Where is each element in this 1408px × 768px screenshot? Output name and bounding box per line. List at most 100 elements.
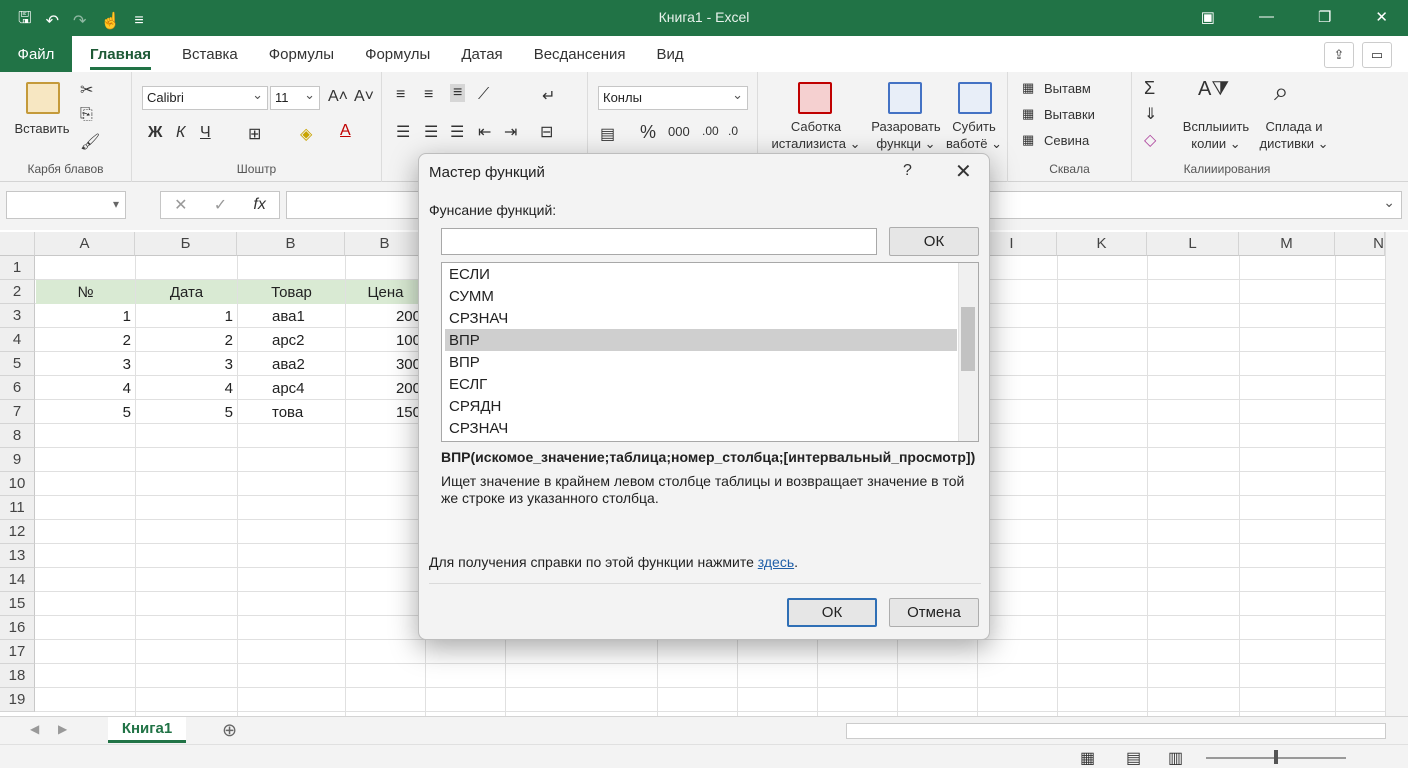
tab-home[interactable]: Главная [90,46,152,70]
fill-color-icon[interactable]: ◈ [300,124,312,144]
table-header-cell[interactable]: Цена [346,280,425,304]
add-sheet-icon[interactable]: ⊕ [222,720,237,741]
table-cell[interactable]: 2 [136,328,237,352]
delete-cells-icon[interactable]: ▦ [1022,106,1034,122]
comments-icon[interactable]: ▭ [1362,42,1392,68]
ribbon-display-icon[interactable]: ▣ [1201,8,1215,26]
minimize-icon[interactable]: — [1259,8,1274,26]
column-header[interactable]: K [1057,232,1147,256]
cancel-entry-icon[interactable]: ✕ [174,195,187,215]
ok-button[interactable]: ОК [787,598,877,627]
wrap-text-icon[interactable]: ↵ [542,86,555,106]
table-cell[interactable]: 100 [346,328,425,352]
number-format-select[interactable]: Конлы [598,86,748,110]
row-header[interactable]: 18 [0,664,35,688]
function-item[interactable]: СУММ [445,285,957,307]
table-cell[interactable]: 1 [136,304,237,328]
cancel-button[interactable]: Отмена [889,598,979,627]
page-break-icon[interactable]: ▥ [1168,748,1183,768]
table-cell[interactable]: 200 [346,304,425,328]
cut-icon[interactable]: ✂ [80,80,93,100]
tab-insert[interactable]: Вставка [182,46,238,63]
row-header[interactable]: 7 [0,400,35,424]
table-cell[interactable]: това [238,400,345,424]
function-item[interactable]: СРЗНАЧ [445,417,957,439]
function-search-input[interactable] [441,228,877,255]
format-cells-button[interactable]: Севина [1044,132,1089,149]
table-cell[interactable]: 5 [36,400,135,424]
table-cell[interactable]: 4 [136,376,237,400]
tab-formulas[interactable]: Формулы [269,46,334,63]
find-select-icon[interactable]: ⌕ [1274,76,1289,108]
function-item[interactable]: ЕСЛИ [445,263,957,285]
scroll-next-sheet-icon[interactable]: ▶ [58,722,67,736]
row-header[interactable]: 13 [0,544,35,568]
row-header[interactable]: 3 [0,304,35,328]
vertical-scrollbar[interactable] [1385,232,1408,716]
table-cell[interactable]: 4 [36,376,135,400]
restore-icon[interactable]: ❐ [1318,8,1331,26]
row-header[interactable]: 17 [0,640,35,664]
name-box[interactable] [6,191,126,219]
table-cell[interactable]: 3 [36,352,135,376]
select-all-corner[interactable] [0,232,35,256]
percent-icon[interactable]: % [640,122,656,143]
orientation-icon[interactable]: ⟋ [478,86,489,104]
zoom-slider-thumb[interactable] [1274,750,1278,764]
row-header[interactable]: 4 [0,328,35,352]
table-cell[interactable]: арс4 [238,376,345,400]
format-as-table-button[interactable]: Разаровать функци ⌄ [862,118,950,152]
row-header[interactable]: 6 [0,376,35,400]
table-cell[interactable]: 5 [136,400,237,424]
conditional-formatting-button[interactable]: Саботка истализиста ⌄ [762,118,870,152]
row-header[interactable]: 15 [0,592,35,616]
tab-formulas-2[interactable]: Формулы [365,46,430,63]
function-item[interactable]: СРЯДН [445,395,957,417]
font-size-select[interactable]: 11 [270,86,320,110]
column-header[interactable]: Б [135,232,237,256]
normal-view-icon[interactable]: ▦ [1080,748,1095,768]
tab-review[interactable]: Весдансения [534,46,626,63]
column-header[interactable]: В [237,232,345,256]
table-header-cell[interactable]: № [36,280,135,304]
align-bottom-icon[interactable]: ≡ [450,84,466,102]
autosum-icon[interactable]: Σ [1144,78,1155,99]
row-header[interactable]: 1 [0,256,35,280]
search-ok-button[interactable]: ОК [889,227,979,256]
clear-icon[interactable]: ◇ [1144,130,1156,150]
format-cells-icon[interactable]: ▦ [1022,132,1034,148]
function-item[interactable]: ВПР [445,351,957,373]
font-name-select[interactable]: Calibri [142,86,268,110]
row-header[interactable]: 8 [0,424,35,448]
currency-icon[interactable]: ▤ [600,124,615,144]
horizontal-scrollbar[interactable] [846,723,1386,739]
table-header-cell[interactable]: Товар [238,280,345,304]
function-list-scrollbar[interactable] [958,263,978,441]
row-header[interactable]: 16 [0,616,35,640]
table-cell[interactable]: ава1 [238,304,345,328]
tab-view[interactable]: Вид [657,46,684,63]
tab-file[interactable]: Файл [0,36,72,72]
insert-cells-button[interactable]: Вытавм [1044,80,1091,97]
bold-icon[interactable]: Ж [148,124,162,142]
function-list[interactable]: ЕСЛИ СУММ СРЗНАЧ ВПР ВПР ЕСЛГ СРЯДН СРЗН… [441,262,979,442]
fill-icon[interactable]: ⇓ [1144,104,1157,124]
sort-filter-button[interactable]: Всплыиить колии ⌄ [1178,118,1254,152]
column-header[interactable]: A [35,232,135,256]
decrease-font-icon[interactable]: A˅ [354,88,374,106]
row-header[interactable]: 2 [0,280,35,304]
font-color-icon[interactable]: A [340,122,351,140]
increase-indent-icon[interactable]: ⇥ [504,122,517,142]
format-as-table-icon[interactable] [888,82,922,114]
insert-cells-icon[interactable]: ▦ [1022,80,1034,96]
row-header[interactable]: 11 [0,496,35,520]
row-header[interactable]: 14 [0,568,35,592]
row-header[interactable]: 5 [0,352,35,376]
table-cell[interactable]: 1 [36,304,135,328]
row-header[interactable]: 10 [0,472,35,496]
align-left-icon[interactable]: ☰ [396,122,410,142]
confirm-entry-icon[interactable]: ✓ [214,195,227,215]
function-list-scroll-thumb[interactable] [961,307,975,371]
row-header[interactable]: 19 [0,688,35,712]
page-layout-icon[interactable]: ▤ [1126,748,1141,768]
